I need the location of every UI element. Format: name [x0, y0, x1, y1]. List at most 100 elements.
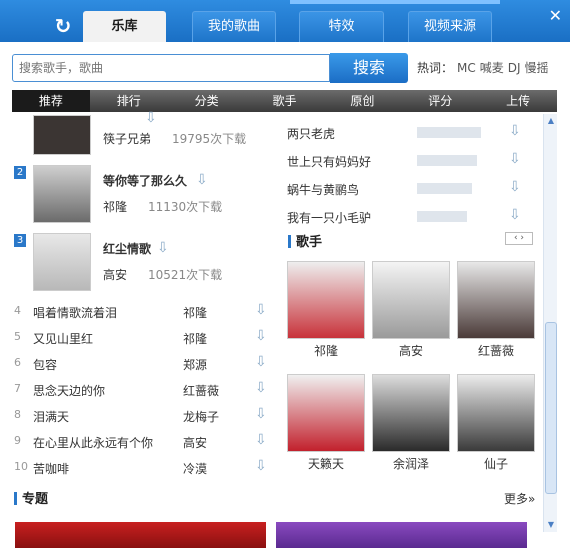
singers-title: 歌手 [288, 231, 322, 250]
download-count: 11130次下载 [148, 200, 223, 214]
placeholder-bar [417, 155, 477, 166]
download-icon[interactable]: ⇩ [509, 151, 521, 167]
scroll-down-icon[interactable]: ▼ [546, 520, 556, 529]
singer-name[interactable]: 仙子 [457, 455, 535, 472]
download-icon[interactable]: ⇩ [255, 380, 267, 396]
download-count: 10521次下载 [148, 268, 223, 282]
artist-photo[interactable] [33, 233, 91, 291]
close-icon[interactable]: ✕ [549, 6, 562, 25]
list-rank: 5 [14, 330, 21, 343]
singer-name[interactable]: 高安 [372, 342, 450, 359]
download-icon[interactable]: ⇩ [196, 172, 208, 188]
download-icon[interactable]: ⇩ [509, 207, 521, 223]
singer-photo[interactable] [372, 374, 450, 452]
song-title[interactable]: 蜗牛与黄鹂鸟 [287, 181, 359, 198]
list-song-artist[interactable]: 龙梅子 [183, 408, 219, 425]
list-rank: 8 [14, 408, 21, 421]
placeholder-bar [417, 127, 481, 138]
list-song-artist[interactable]: 祁隆 [183, 304, 207, 321]
hot-word[interactable]: 喊麦 [480, 61, 504, 75]
list-rank: 10 [14, 460, 28, 473]
list-song-title[interactable]: 又见山里红 [33, 330, 93, 347]
song-title[interactable]: 红尘情歌 [103, 240, 151, 257]
download-icon[interactable]: ⇩ [255, 354, 267, 370]
topic-title: 专题 [14, 488, 48, 507]
search-button[interactable]: 搜索 [330, 53, 408, 83]
download-icon[interactable]: ⇩ [157, 240, 169, 256]
song-artist: 筷子兄弟 [103, 132, 152, 146]
nav-rating[interactable]: 评分 [401, 90, 479, 112]
download-icon[interactable]: ⇩ [255, 458, 267, 474]
topic-banner[interactable] [276, 522, 527, 548]
top-highlight [290, 0, 500, 4]
song-artist: 高安 [103, 268, 128, 282]
list-song-artist[interactable]: 祁隆 [183, 330, 207, 347]
singer-name[interactable]: 余润泽 [372, 455, 450, 472]
song-title[interactable]: 世上只有妈妈好 [287, 153, 371, 170]
song-artist: 祁隆 [103, 200, 128, 214]
download-icon[interactable]: ⇩ [509, 179, 521, 195]
tab-video-source[interactable]: 视频来源 [408, 11, 492, 42]
song-title[interactable]: 两只老虎 [287, 125, 335, 142]
refresh-icon[interactable]: ↻ [50, 13, 76, 39]
scroll-up-icon[interactable]: ▲ [546, 116, 556, 125]
list-song-title[interactable]: 唱着情歌流着泪 [33, 304, 117, 321]
rank-badge: 3 [14, 234, 26, 247]
list-song-title[interactable]: 包容 [33, 356, 57, 373]
singer-photo[interactable] [372, 261, 450, 339]
pager-arrows[interactable]: ‹ › [505, 232, 533, 245]
download-icon[interactable]: ⇩ [145, 110, 157, 126]
list-rank: 9 [14, 434, 21, 447]
list-song-artist[interactable]: 高安 [183, 434, 207, 451]
singer-photo[interactable] [457, 374, 535, 452]
singer-name[interactable]: 祁隆 [287, 342, 365, 359]
category-nav: 推荐 排行 分类 歌手 原创 评分 上传 [12, 90, 557, 112]
singer-photo[interactable] [287, 261, 365, 339]
download-icon[interactable]: ⇩ [255, 432, 267, 448]
scrollbar[interactable]: ▲ ▼ [543, 114, 557, 532]
singer-name[interactable]: 红蔷薇 [457, 342, 535, 359]
song-title[interactable]: 等你等了那么久 [103, 172, 187, 189]
tab-music-library[interactable]: 乐库 [83, 11, 166, 42]
nav-singer[interactable]: 歌手 [246, 90, 324, 112]
download-icon[interactable]: ⇩ [255, 328, 267, 344]
hot-words: 热词： MC 喊麦 DJ 慢摇 [417, 59, 549, 76]
list-song-artist[interactable]: 冷漠 [183, 460, 207, 477]
search-input[interactable] [12, 54, 330, 82]
artist-photo[interactable] [33, 165, 91, 223]
list-song-title[interactable]: 泪满天 [33, 408, 69, 425]
nav-recommend[interactable]: 推荐 [12, 90, 90, 112]
nav-upload[interactable]: 上传 [479, 90, 557, 112]
download-icon[interactable]: ⇩ [255, 406, 267, 422]
nav-category[interactable]: 分类 [168, 90, 246, 112]
placeholder-bar [417, 211, 467, 222]
list-rank: 4 [14, 304, 21, 317]
download-icon[interactable]: ⇩ [509, 123, 521, 139]
hot-word[interactable]: MC [457, 61, 476, 75]
singer-photo[interactable] [287, 374, 365, 452]
list-song-artist[interactable]: 红蔷薇 [183, 382, 219, 399]
singer-name[interactable]: 天籁天 [287, 455, 365, 472]
list-rank: 7 [14, 382, 21, 395]
tab-effects[interactable]: 特效 [299, 11, 384, 42]
main-panel: 搜索 热词：MC 喊麦 DJ 慢摇 推荐 排行 分类 歌手 原创 评分 上传 ⇩ 筷子… [0, 42, 570, 548]
download-count: 19795次下载 [172, 132, 247, 146]
hot-word[interactable]: 慢摇 [525, 61, 549, 75]
list-song-title[interactable]: 在心里从此永远有个你 [33, 434, 153, 451]
rank-badge: 2 [14, 166, 26, 179]
nav-rank[interactable]: 排行 [90, 90, 168, 112]
nav-original[interactable]: 原创 [323, 90, 401, 112]
artist-photo[interactable] [33, 115, 91, 155]
hot-word[interactable]: DJ [508, 61, 521, 75]
scroll-thumb[interactable] [545, 322, 557, 494]
hot-words-label: 热词： [417, 61, 454, 75]
list-song-artist[interactable]: 郑源 [183, 356, 207, 373]
list-song-title[interactable]: 思念天边的你 [33, 382, 105, 399]
tab-my-songs[interactable]: 我的歌曲 [192, 11, 276, 42]
list-song-title[interactable]: 苦咖啡 [33, 460, 69, 477]
song-title[interactable]: 我有一只小毛驴 [287, 209, 371, 226]
singer-photo[interactable] [457, 261, 535, 339]
more-link[interactable]: 更多» [504, 490, 535, 507]
download-icon[interactable]: ⇩ [255, 302, 267, 318]
topic-banner[interactable] [15, 522, 266, 548]
